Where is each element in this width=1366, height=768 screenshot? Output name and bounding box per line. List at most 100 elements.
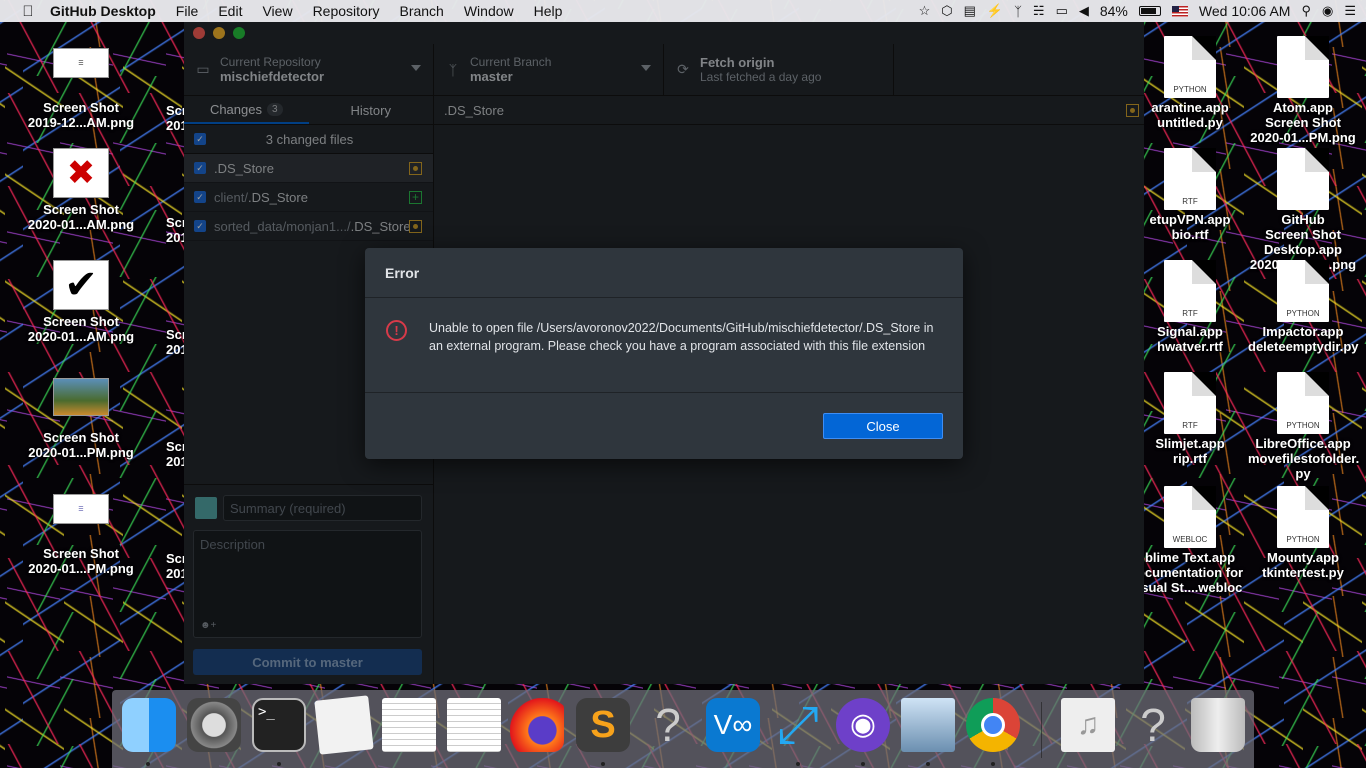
desktop-file-name: Impactor.app deleteemptydir.py: [1248, 324, 1359, 354]
desktop-file-name: LibreOffice.app movefilestofolder. py: [1248, 436, 1360, 481]
textedit-icon[interactable]: [447, 698, 501, 752]
box-icon[interactable]: ⬡: [941, 3, 952, 19]
visual-studio-code-icon[interactable]: ⤢: [771, 698, 825, 752]
desktop-file[interactable]: WEBLOC blime Text.app ocumentation for is…: [1135, 486, 1245, 595]
menu-edit[interactable]: Edit: [218, 3, 242, 19]
file-kind-label: PYTHON: [1286, 421, 1320, 430]
desktop-file[interactable]: ✔ Screen Shot 2020-01...AM.png: [26, 260, 136, 344]
desktop-file-name: 2020-01...AM.png: [27, 329, 135, 344]
menu-bar:  GitHub Desktop File Edit View Reposito…: [0, 0, 1366, 22]
desktop-file[interactable]: RTF Slimjet.app rip.rtf: [1135, 372, 1245, 466]
firefox-icon[interactable]: [510, 698, 564, 752]
apple-menu-icon[interactable]: : [20, 3, 36, 20]
bolt-icon[interactable]: ⚡: [987, 3, 1003, 19]
document-icon: WEBLOC: [1164, 486, 1216, 548]
desktop-file-name: Screen Shot: [43, 314, 119, 329]
trash-icon[interactable]: [1191, 698, 1245, 752]
desktop-file[interactable]: RTF etupVPN.app bio.rtf: [1135, 148, 1245, 242]
dock: >_ S ? V∞ ⤢ ◉ ♫ ?: [112, 690, 1254, 768]
document-icon: PYTHON: [1277, 260, 1329, 322]
error-icon: !: [381, 315, 412, 346]
desktop-file[interactable]: ✖ Screen Shot 2020-01...AM.png: [26, 148, 136, 232]
desktop-file-name: Screen Shot: [43, 546, 119, 561]
github-desktop-icon[interactable]: ◉: [836, 698, 890, 752]
file-kind-label: PYTHON: [1173, 85, 1207, 94]
notification-list-icon[interactable]: ☰: [1344, 3, 1356, 19]
desktop-file-name: 2020-01...AM.png: [27, 217, 135, 232]
preview-icon[interactable]: [901, 698, 955, 752]
thumbnail: ✖: [53, 148, 109, 198]
error-dialog: Error ! Unable to open file /Users/avoro…: [365, 248, 963, 459]
vnc-viewer-icon[interactable]: V∞: [706, 698, 760, 752]
desktop-file[interactable]: PYTHON Impactor.app deleteemptydir.py: [1248, 260, 1359, 354]
desktop-file-name: arantine.app untitled.py: [1151, 100, 1229, 130]
unknown-app-icon[interactable]: ?: [1126, 698, 1180, 752]
dock-separator: [1041, 702, 1042, 758]
siri-icon[interactable]: ◉: [1322, 3, 1333, 19]
battery-icon[interactable]: [1138, 6, 1161, 16]
running-indicator: [601, 762, 605, 766]
desktop-file-name: 2019-12...AM.png: [27, 115, 135, 130]
running-indicator: [991, 762, 995, 766]
volume-icon[interactable]: ◀: [1079, 3, 1089, 19]
desktop-file-name: 2020-01...PM.png: [28, 561, 134, 576]
document-icon: RTF: [1164, 148, 1216, 210]
desktop-file[interactable]: ☰ Screen Shot 2019-12...AM.png: [26, 48, 136, 130]
menu-window[interactable]: Window: [464, 3, 514, 19]
search-icon[interactable]: ⚲: [1301, 3, 1311, 19]
desktop-file[interactable]: ☰ Screen Shot 2020-01...PM.png: [26, 494, 136, 576]
desktop-file-name: 2020-01...PM.png: [28, 445, 134, 460]
menu-file[interactable]: File: [176, 3, 199, 19]
desktop-file[interactable]: GitHub Screen Shot Desktop.app 2020-01..…: [1248, 148, 1358, 272]
file-kind-label: PYTHON: [1286, 309, 1320, 318]
desktop-file-name: Screen Shot: [43, 202, 119, 217]
desktop-file-name: blime Text.app ocumentation for isual St…: [1136, 550, 1244, 595]
thumbnail: ☰: [53, 48, 109, 78]
bluetooth-icon[interactable]: ᛉ: [1014, 4, 1022, 19]
chrome-icon[interactable]: [966, 698, 1020, 752]
menu-repository[interactable]: Repository: [313, 3, 380, 19]
desktop-file[interactable]: PYTHON Mounty.app tkintertest.py: [1248, 486, 1358, 580]
status-area: ☆ ⬡ ▤ ⚡ ᛉ ☵ ▭ ◀ 84% Wed 10:06 AM ⚲ ◉ ☰: [919, 0, 1356, 22]
file-kind-label: WEBLOC: [1172, 535, 1208, 544]
dialog-title: Error: [365, 248, 963, 298]
clock[interactable]: Wed 10:06 AM: [1199, 3, 1291, 19]
document-icon: PYTHON: [1277, 372, 1329, 434]
desktop-file[interactable]: Screen Shot 2020-01...PM.png: [26, 378, 136, 460]
airplay-icon[interactable]: ▭: [1056, 3, 1068, 19]
unknown-app-icon[interactable]: ?: [641, 698, 695, 752]
drive-icon[interactable]: ▤: [964, 3, 976, 19]
document-icon: RTF: [1164, 260, 1216, 322]
menu-view[interactable]: View: [262, 3, 292, 19]
desktop-file[interactable]: RTF Signal.app hwatver.rtf: [1135, 260, 1245, 354]
flag-icon[interactable]: [1171, 5, 1188, 17]
menu-branch[interactable]: Branch: [399, 3, 443, 19]
file-kind-label: PYTHON: [1286, 535, 1320, 544]
menu-help[interactable]: Help: [534, 3, 563, 19]
desktop-file[interactable]: PYTHON arantine.app untitled.py: [1135, 36, 1245, 130]
menu-app-name[interactable]: GitHub Desktop: [50, 3, 156, 19]
desktop-file-name: Atom.app Screen Shot 2020-01...PM.png: [1250, 100, 1356, 145]
script-editor-icon[interactable]: [314, 695, 374, 755]
sublime-text-icon[interactable]: S: [576, 698, 630, 752]
desktop-file[interactable]: PYTHON LibreOffice.app movefilestofolder.…: [1248, 372, 1360, 481]
terminal-icon[interactable]: >_: [252, 698, 306, 752]
file-kind-label: RTF: [1182, 197, 1198, 206]
running-indicator: [861, 762, 865, 766]
textedit-icon[interactable]: [382, 698, 436, 752]
running-indicator: [146, 762, 150, 766]
star-icon[interactable]: ☆: [919, 3, 931, 19]
music-file-icon[interactable]: ♫: [1061, 698, 1115, 752]
system-preferences-icon[interactable]: [187, 698, 241, 752]
desktop-file-name: Screen Shot: [43, 100, 119, 115]
running-indicator: [796, 762, 800, 766]
battery-percent[interactable]: 84%: [1100, 3, 1128, 19]
document-icon: [1277, 148, 1329, 210]
wifi-icon[interactable]: ☵: [1033, 3, 1045, 19]
desktop-file[interactable]: Atom.app Screen Shot 2020-01...PM.png: [1248, 36, 1358, 145]
desktop-file-name: Signal.app hwatver.rtf: [1157, 324, 1223, 354]
finder-icon[interactable]: [122, 698, 176, 752]
close-button[interactable]: Close: [823, 413, 943, 439]
document-icon: [1277, 36, 1329, 98]
document-icon: PYTHON: [1164, 36, 1216, 98]
